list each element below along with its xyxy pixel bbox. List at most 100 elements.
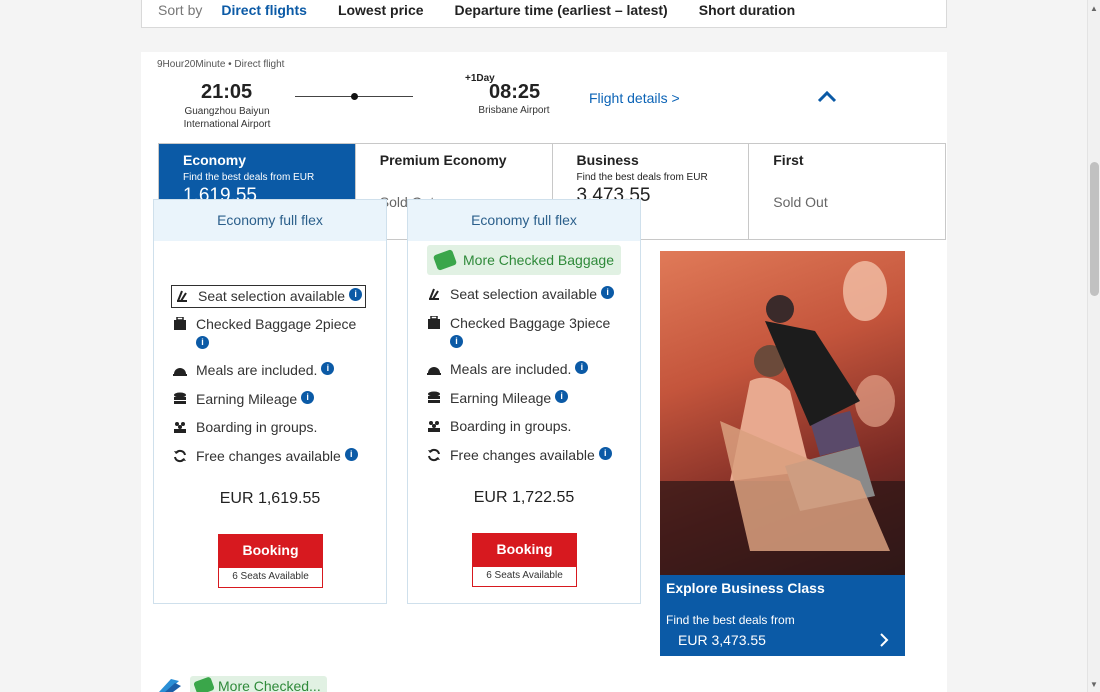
sort-short-duration[interactable]: Short duration bbox=[699, 2, 795, 18]
cabin-tab-first[interactable]: First Sold Out bbox=[748, 144, 945, 239]
scroll-up-icon[interactable]: ▲ bbox=[1090, 4, 1098, 13]
info-icon[interactable]: i bbox=[321, 362, 335, 375]
fare-title: Economy full flex bbox=[154, 200, 386, 241]
feature-text: Checked Baggage 3piece i bbox=[450, 315, 610, 349]
booking-button[interactable]: Booking 6 Seats Available bbox=[472, 533, 577, 587]
flight-duration: 9Hour20Minute • Direct flight bbox=[157, 59, 285, 70]
feature-text: Checked Baggage 2piece i bbox=[196, 316, 356, 350]
feature-text: Free changes available bbox=[196, 448, 341, 464]
feature-mileage: Earning Mileage i bbox=[172, 391, 315, 408]
fare-card-1: Economy full flex Seat selection availab… bbox=[153, 199, 387, 604]
business-class-promo[interactable]: Explore Business Class Find the best dea… bbox=[660, 251, 905, 656]
feature-seat-selection: Seat selection available i bbox=[426, 286, 615, 303]
info-icon[interactable]: i bbox=[598, 447, 612, 460]
promo-note: Find the best deals from bbox=[666, 613, 795, 627]
feature-mileage: Earning Mileage i bbox=[426, 390, 569, 407]
cabin-name: Economy bbox=[183, 152, 247, 168]
feature-text: Meals are included. bbox=[450, 361, 572, 377]
feature-baggage-label: Checked Baggage 3piece bbox=[450, 315, 611, 331]
group-icon bbox=[172, 419, 188, 435]
feature-boarding: Boarding in groups. bbox=[426, 418, 571, 435]
refresh-icon bbox=[172, 448, 188, 464]
sort-lowest-price[interactable]: Lowest price bbox=[338, 2, 424, 18]
coins-icon bbox=[426, 390, 442, 406]
scroll-down-icon[interactable]: ▼ bbox=[1090, 680, 1098, 689]
refresh-icon bbox=[426, 447, 442, 463]
badge-text: More Checked... bbox=[218, 678, 321, 692]
business-cabin-photo bbox=[660, 251, 905, 575]
info-icon[interactable]: i bbox=[196, 335, 209, 349]
baggage-icon bbox=[426, 315, 442, 331]
sort-label: Sort by bbox=[158, 1, 203, 18]
feature-text: Boarding in groups. bbox=[196, 419, 318, 435]
cabin-name: Premium Economy bbox=[379, 152, 507, 168]
feature-text: Free changes available bbox=[450, 447, 595, 463]
info-icon[interactable]: i bbox=[349, 288, 363, 301]
sort-departure-time[interactable]: Departure time (earliest – latest) bbox=[455, 2, 668, 18]
feature-changes: Free changes available i bbox=[426, 447, 612, 464]
cabin-name: Business bbox=[576, 152, 639, 168]
departure-airport: Guangzhou Baiyun International Airport bbox=[183, 106, 271, 130]
seat-icon bbox=[174, 288, 190, 304]
info-icon[interactable]: i bbox=[344, 448, 358, 461]
feature-baggage: Checked Baggage 2piece i bbox=[172, 316, 356, 350]
promo-title: Explore Business Class bbox=[666, 580, 825, 596]
feature-changes: Free changes available i bbox=[172, 448, 358, 465]
feature-boarding: Boarding in groups. bbox=[172, 419, 317, 436]
sort-direct-flights[interactable]: Direct flights bbox=[221, 2, 307, 18]
info-icon[interactable]: i bbox=[575, 361, 589, 374]
fare-price: EUR 1,722.55 bbox=[473, 489, 575, 506]
promo-price: EUR 3,473.55 bbox=[678, 632, 766, 648]
flight-details-link[interactable]: Flight details > bbox=[589, 90, 680, 106]
feature-text: Seat selection available bbox=[450, 286, 598, 302]
sort-bar: Sort by Direct flights Lowest price Depa… bbox=[141, 0, 947, 28]
feature-meals: Meals are included. i bbox=[426, 361, 589, 378]
sale-tag-icon bbox=[432, 249, 458, 271]
airline-logo-icon bbox=[157, 677, 181, 692]
feature-seat-selection: Seat selection available i bbox=[171, 285, 367, 308]
chevron-right-icon[interactable] bbox=[879, 633, 889, 652]
info-icon[interactable]: i bbox=[450, 334, 463, 348]
feature-meals: Meals are included. i bbox=[172, 362, 335, 379]
info-icon[interactable]: i bbox=[555, 390, 569, 403]
feature-text: Earning Mileage bbox=[196, 391, 298, 407]
more-baggage-badge: More Checked Baggage bbox=[427, 245, 621, 275]
feature-text: Boarding in groups. bbox=[450, 418, 572, 434]
feature-baggage: Checked Baggage 3piece i bbox=[426, 315, 610, 349]
badge-text: More Checked Baggage bbox=[463, 252, 614, 268]
arrival-airport: Brisbane Airport bbox=[478, 105, 550, 116]
arrival-time: 08:25 bbox=[489, 81, 541, 103]
booking-button[interactable]: Booking 6 Seats Available bbox=[218, 534, 323, 588]
baggage-icon bbox=[172, 316, 188, 332]
seats-available: 6 Seats Available bbox=[218, 568, 323, 588]
feature-baggage-label: Checked Baggage 2piece bbox=[196, 316, 357, 332]
route-dot bbox=[351, 93, 358, 100]
page-scrollbar[interactable]: ▲ ▼ bbox=[1087, 0, 1100, 692]
coins-icon bbox=[172, 391, 188, 407]
cabin-note: Find the best deals from EUR bbox=[576, 172, 708, 183]
feature-text: Seat selection available bbox=[198, 288, 346, 304]
booking-label: Booking bbox=[218, 534, 323, 568]
sale-tag-icon bbox=[193, 676, 215, 692]
cabin-note: Find the best deals from EUR bbox=[183, 172, 315, 183]
feature-text: Meals are included. bbox=[196, 362, 318, 378]
group-icon bbox=[426, 418, 442, 434]
fare-title: Economy full flex bbox=[408, 200, 640, 241]
cabin-status: Sold Out bbox=[773, 194, 828, 210]
info-icon[interactable]: i bbox=[601, 286, 615, 299]
seats-available: 6 Seats Available bbox=[472, 567, 577, 587]
scrollbar-thumb[interactable] bbox=[1090, 162, 1099, 296]
fare-price: EUR 1,619.55 bbox=[219, 490, 321, 507]
feature-text: Earning Mileage bbox=[450, 390, 552, 406]
meal-cloche-icon bbox=[172, 362, 188, 378]
departure-time: 21:05 bbox=[201, 81, 253, 103]
fare-card-2: Economy full flex More Checked Baggage S… bbox=[407, 199, 641, 604]
seat-icon bbox=[426, 286, 442, 302]
more-baggage-badge-next: More Checked... bbox=[190, 676, 327, 692]
chevron-up-icon[interactable] bbox=[817, 89, 837, 105]
meal-cloche-icon bbox=[426, 361, 442, 377]
promo-footer: Explore Business Class Find the best dea… bbox=[660, 575, 905, 656]
booking-label: Booking bbox=[472, 533, 577, 567]
cabin-name: First bbox=[773, 152, 804, 168]
info-icon[interactable]: i bbox=[301, 391, 315, 404]
